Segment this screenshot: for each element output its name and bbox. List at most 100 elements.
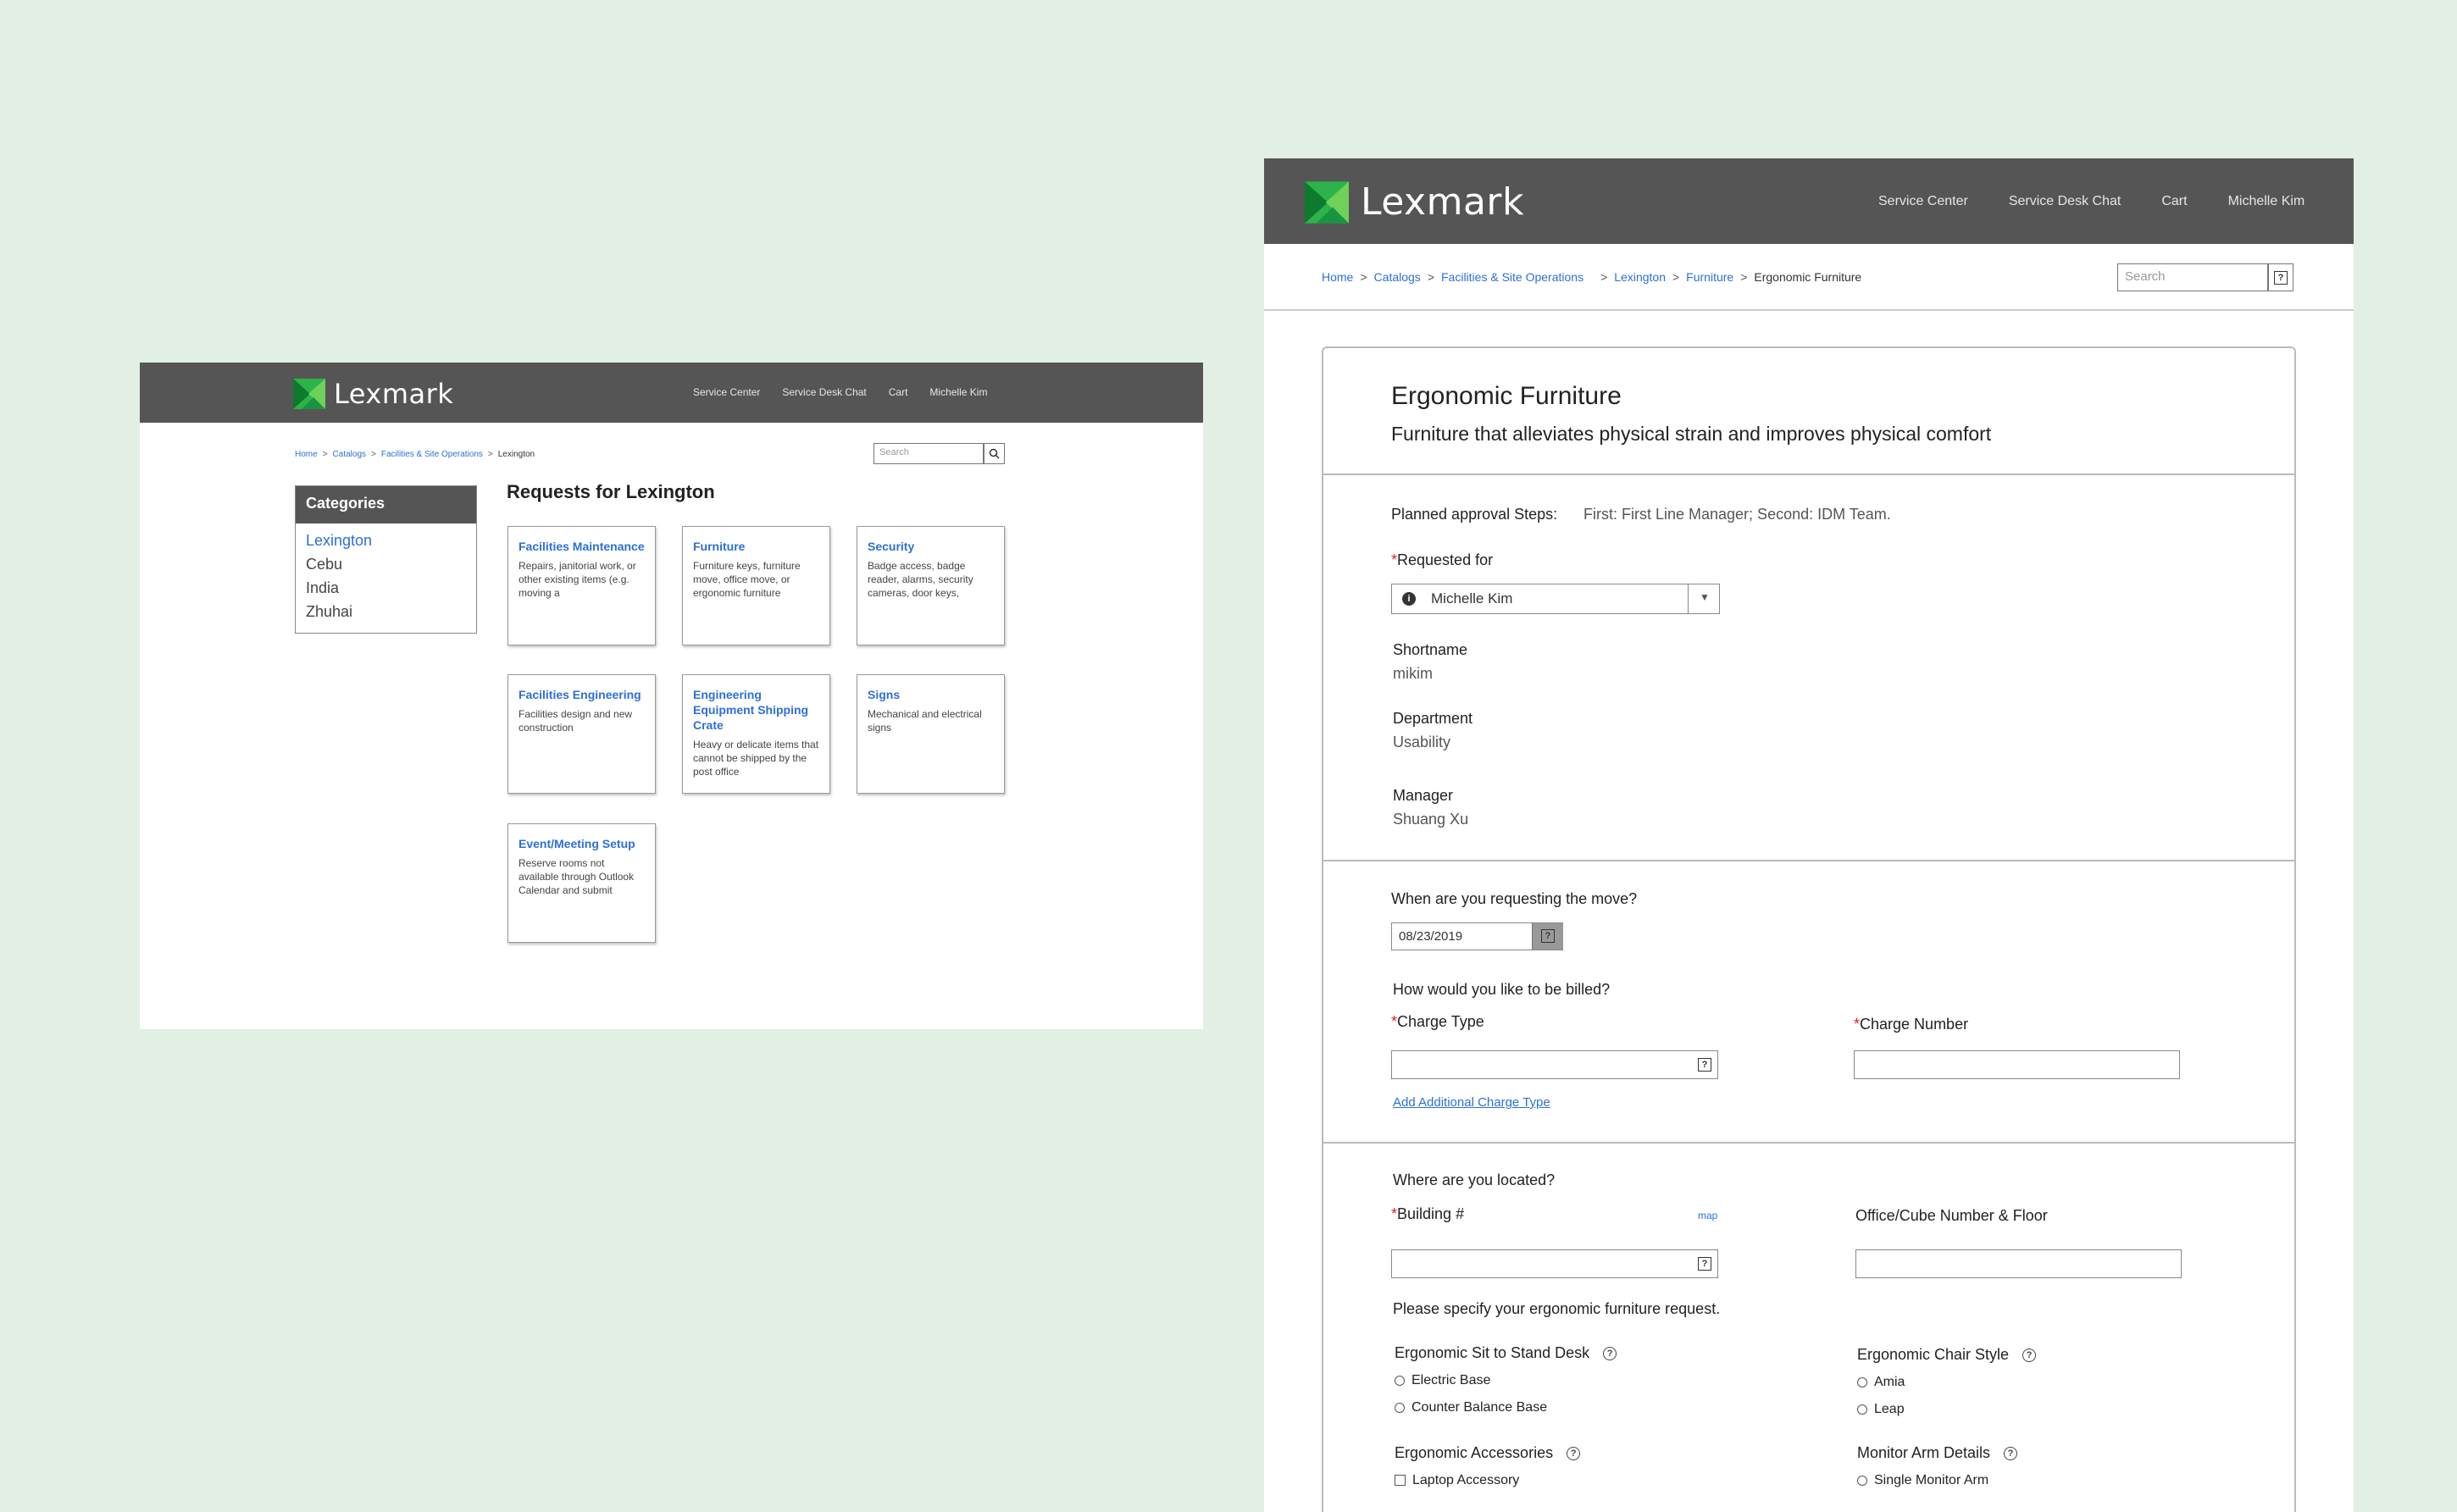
radio-button[interactable]	[1857, 1404, 1867, 1415]
chevron-down-icon[interactable]: ▼	[1700, 591, 1710, 603]
radio-button[interactable]	[1395, 1402, 1405, 1413]
help-circle-icon[interactable]: ?	[2022, 1349, 2037, 1363]
help-icon[interactable]: ?	[1698, 1257, 1711, 1271]
desk-option-counter-balance[interactable]: Counter Balance Base	[1395, 1400, 1547, 1415]
tile-facilities-maintenance[interactable]: Facilities Maintenance Repairs, janitori…	[507, 526, 656, 645]
department-label: Department	[1393, 710, 1473, 727]
breadcrumb: Home > Catalogs > Facilities & Site Operat…	[1322, 270, 1862, 284]
tile-signs[interactable]: Signs Mechanical and electrical signs	[857, 674, 1005, 794]
tile-security[interactable]: Security Badge access, badge reader, ala…	[857, 526, 1005, 645]
building-label: *Building #	[1391, 1205, 1465, 1222]
header-divider	[1264, 309, 2354, 311]
accessory-option-laptop[interactable]: Laptop Accessory	[1395, 1473, 1519, 1488]
breadcrumb: Home > Catalogs > Facilities & Site Operat…	[295, 450, 535, 459]
breadcrumb-facilities[interactable]: Facilities & Site Operations	[381, 450, 483, 459]
nav-user-menu[interactable]: Michelle Kim	[2228, 194, 2305, 209]
category-lexington[interactable]: Lexington	[306, 529, 466, 552]
tile-title[interactable]: Furniture	[693, 539, 819, 554]
tile-shipping-crate[interactable]: Engineering Equipment Shipping Crate Hea…	[682, 674, 830, 794]
info-icon: i	[1402, 592, 1416, 606]
desk-label: Ergonomic Sit to Stand Desk?	[1395, 1344, 1617, 1362]
breadcrumb-lexington[interactable]: Lexington	[1614, 270, 1666, 284]
radio-button[interactable]	[1395, 1375, 1405, 1386]
breadcrumb-facilities[interactable]: Facilities & Site Operations	[1441, 270, 1583, 284]
tile-description: Badge access, badge reader, alarms, secu…	[868, 560, 973, 599]
requested-for-select[interactable]: i Michelle Kim ▼	[1391, 584, 1720, 614]
category-zhuhai[interactable]: Zhuhai	[306, 600, 466, 623]
tile-facilities-engineering[interactable]: Facilities Engineering Facilities design…	[507, 674, 656, 794]
tile-title[interactable]: Facilities Maintenance	[519, 539, 645, 554]
chair-option-amia[interactable]: Amia	[1857, 1375, 1905, 1390]
tile-description: Reserve rooms not available through Outl…	[519, 857, 635, 896]
chair-label: Ergonomic Chair Style?	[1857, 1346, 2037, 1364]
help-circle-icon[interactable]: ?	[1603, 1347, 1617, 1361]
charge-type-label: *Charge Type	[1391, 1013, 1484, 1030]
tile-furniture[interactable]: Furniture Furniture keys, furniture move…	[682, 526, 830, 645]
breadcrumb-home[interactable]: Home	[295, 450, 318, 459]
chair-option-leap[interactable]: Leap	[1857, 1402, 1905, 1417]
nav-cart[interactable]: Cart	[889, 386, 908, 398]
help-circle-icon[interactable]: ?	[2004, 1447, 2018, 1461]
radio-button[interactable]	[1857, 1376, 1867, 1387]
tile-title[interactable]: Engineering Equipment Shipping Crate	[693, 687, 819, 733]
office-label: Office/Cube Number & Floor	[1855, 1207, 2048, 1224]
help-icon: ?	[2274, 270, 2288, 285]
search-input[interactable]: Search	[2117, 263, 2268, 291]
lexmark-logo[interactable]: Lexmark	[293, 378, 453, 410]
top-header-bar: Lexmark Service Center Service Desk Chat…	[140, 363, 1203, 423]
monitor-option-single[interactable]: Single Monitor Arm	[1857, 1473, 1988, 1488]
category-india[interactable]: India	[306, 576, 466, 600]
calendar-button[interactable]: ?	[1532, 923, 1563, 950]
categories-panel: Categories Lexington Cebu India Zhuhai	[295, 485, 477, 634]
tile-description: Furniture keys, furniture move, office m…	[693, 560, 801, 599]
nav-cart[interactable]: Cart	[2161, 194, 2187, 209]
search-input[interactable]: Search	[874, 443, 984, 464]
nav-service-desk-chat[interactable]: Service Desk Chat	[2009, 194, 2121, 209]
search-help-button[interactable]: ?	[2268, 263, 2293, 291]
approval-label: Planned approval Steps:	[1391, 506, 1558, 523]
move-date-input[interactable]: 08/23/2019 ?	[1391, 922, 1563, 950]
map-link[interactable]: map	[1698, 1210, 1717, 1221]
tile-title[interactable]: Signs	[868, 687, 994, 702]
shortname-label: Shortname	[1393, 641, 1468, 658]
nav-service-center[interactable]: Service Center	[1878, 194, 1968, 209]
form-subtitle: Furniture that alleviates physical strai…	[1391, 423, 1992, 445]
charge-number-input[interactable]	[1854, 1050, 2180, 1079]
tile-title[interactable]: Event/Meeting Setup	[519, 836, 645, 851]
billing-question: How would you like to be billed?	[1393, 981, 1611, 998]
form-title: Ergonomic Furniture	[1391, 382, 1622, 410]
specify-instructions: Please specify your ergonomic furniture …	[1393, 1300, 1721, 1317]
top-nav: Service Center Service Desk Chat Cart Mi…	[693, 386, 1009, 398]
tile-title[interactable]: Security	[868, 539, 994, 554]
tile-description: Facilities design and new construction	[519, 708, 633, 734]
radio-button[interactable]	[1857, 1475, 1867, 1486]
nav-user-menu[interactable]: Michelle Kim	[929, 386, 987, 398]
request-form-panel: Lexmark Service Center Service Desk Chat…	[1264, 158, 2354, 1512]
tile-event-meeting-setup[interactable]: Event/Meeting Setup Reserve rooms not av…	[507, 823, 656, 943]
category-cebu[interactable]: Cebu	[306, 552, 466, 576]
help-icon[interactable]: ?	[1698, 1058, 1711, 1072]
add-charge-type-link[interactable]: Add Additional Charge Type	[1393, 1095, 1550, 1110]
tile-title[interactable]: Facilities Engineering	[519, 687, 645, 702]
top-nav: Service Center Service Desk Chat Cart Mi…	[1878, 194, 2345, 209]
requested-for-label: *Requested for	[1391, 551, 1494, 568]
office-input[interactable]	[1855, 1249, 2182, 1278]
lexmark-logo[interactable]: Lexmark	[1305, 180, 1524, 224]
building-input[interactable]: ?	[1391, 1249, 1718, 1278]
help-circle-icon[interactable]: ?	[1567, 1447, 1581, 1461]
breadcrumb-catalogs[interactable]: Catalogs	[333, 450, 366, 459]
checkbox[interactable]	[1395, 1475, 1406, 1487]
nav-service-desk-chat[interactable]: Service Desk Chat	[782, 386, 866, 398]
lexmark-logo-icon	[1305, 180, 1349, 224]
lexmark-logo-icon	[293, 379, 325, 409]
desk-option-electric[interactable]: Electric Base	[1395, 1373, 1490, 1388]
monitor-label: Monitor Arm Details?	[1857, 1444, 2018, 1462]
move-date-question: When are you requesting the move?	[1391, 890, 1638, 907]
nav-service-center[interactable]: Service Center	[693, 386, 760, 398]
breadcrumb-catalogs[interactable]: Catalogs	[1374, 270, 1421, 284]
breadcrumb-furniture[interactable]: Furniture	[1686, 270, 1733, 284]
search-button[interactable]	[984, 443, 1005, 464]
charge-type-input[interactable]: ?	[1391, 1050, 1718, 1079]
breadcrumb-home[interactable]: Home	[1322, 270, 1353, 284]
section-divider	[1323, 1142, 2294, 1144]
